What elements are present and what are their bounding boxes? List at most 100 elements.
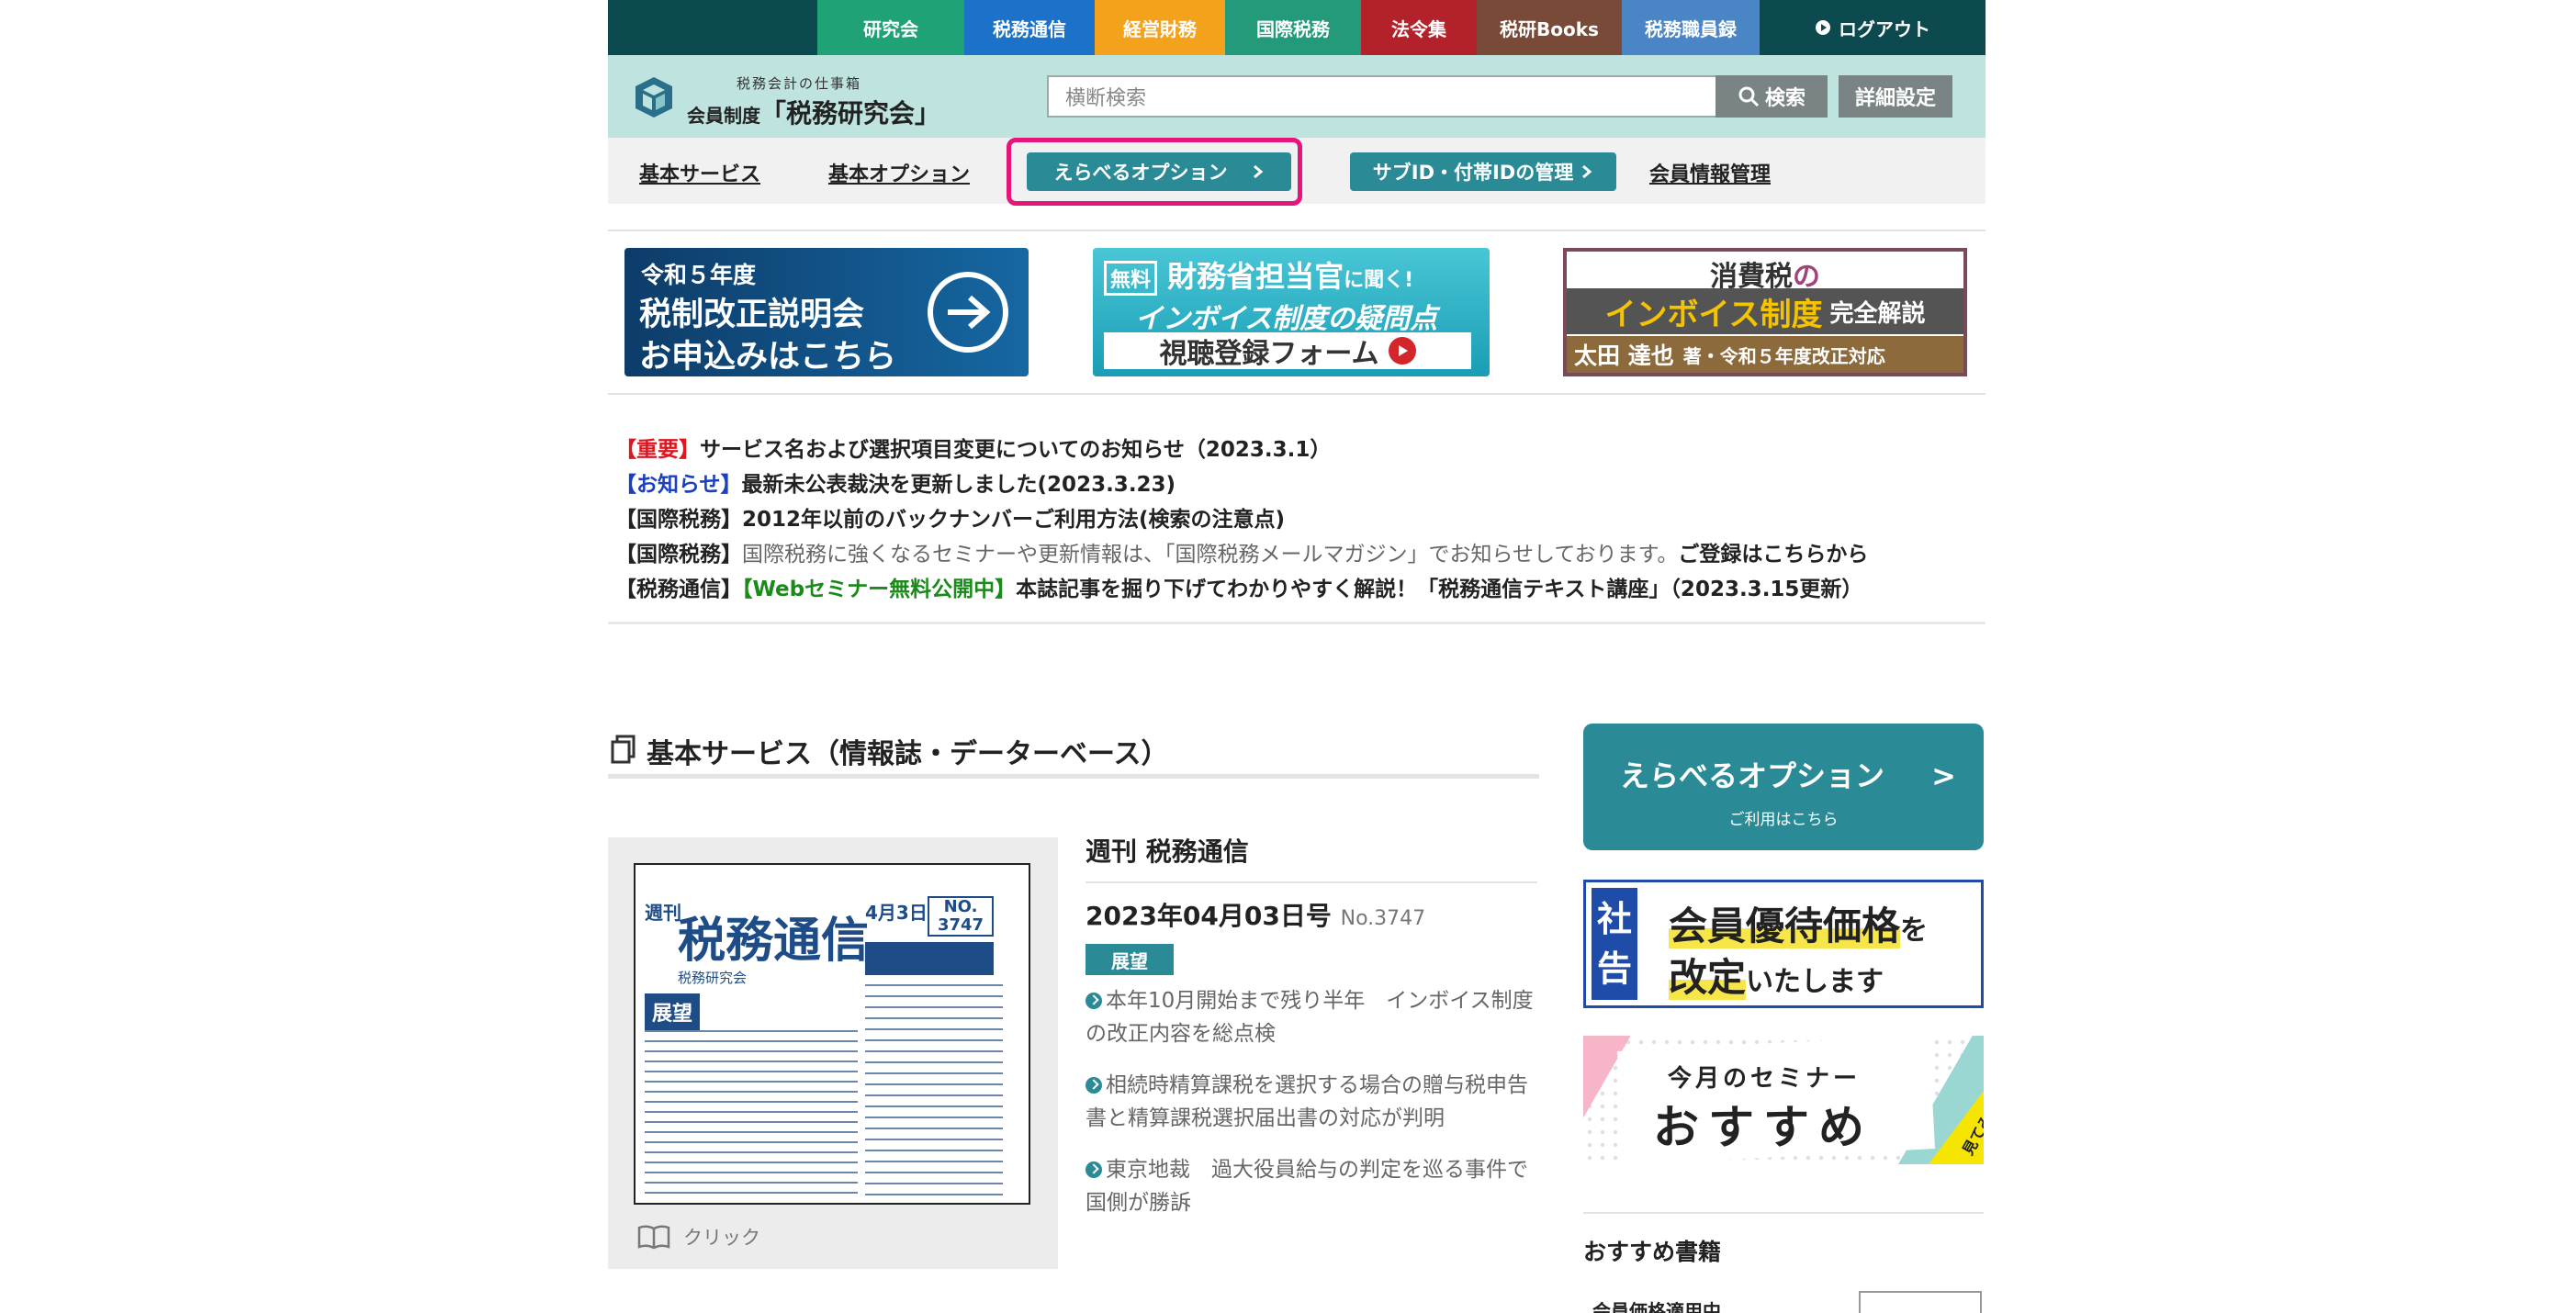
news-item[interactable]: 【重要】サービス名および選択項目変更についてのお知らせ（2023.3.1） <box>615 432 1331 463</box>
option-title-label: えらべるオプション <box>1620 758 1885 793</box>
service-nav: 基本サービス 基本オプション えらべるオプション サブID・付帯IDの管理 会員… <box>608 138 1985 206</box>
cat-kokusai-zeimu[interactable]: 国際税務 <box>1225 0 1361 55</box>
cube-logo-icon[interactable] <box>632 75 676 119</box>
cat-shokuinroku[interactable]: 税務職員録 <box>1622 0 1760 55</box>
news-text-link: ご登録はこちらから <box>1678 543 1869 567</box>
search-placeholder: 横断検索 <box>1065 87 1147 110</box>
news-text: 最新未公表裁決を更新しました(2023.3.23) <box>741 473 1176 497</box>
arrow-right-icon <box>928 272 1008 353</box>
banner-consumption-tax-book[interactable]: 消費税の インボイス制度 完全解説 太田 達也 著・令和５年度改正対応 <box>1563 248 1967 376</box>
logo-title[interactable]: 会員制度「税務研究会」 <box>687 94 940 130</box>
news-list: 【重要】サービス名および選択項目変更についてのお知らせ（2023.3.1） 【お… <box>608 422 1985 624</box>
news-text: 本誌記事を掘り下げてわかりやすく解説！「税務通信テキスト講座」（2023.3.1… <box>1016 578 1863 601</box>
search-button[interactable]: 検索 <box>1715 75 1828 118</box>
news-item[interactable]: 【国際税務】2012年以前のバックナンバーご利用方法(検索の注意点) <box>615 501 1285 533</box>
seminar-line1: 今月のセミナー <box>1668 1065 1862 1093</box>
magazine-cover[interactable]: 週刊 税務通信 4月3日 NO. 3747 税務研究会 展望 <box>634 863 1030 1205</box>
click-label: クリック <box>683 1227 760 1249</box>
banner3-line2b: 完全解説 <box>1829 299 1926 328</box>
notice-tag-2: 告 <box>1596 948 1632 989</box>
nav-sub-id[interactable]: サブID・付帯IDの管理 <box>1350 152 1616 191</box>
banner-invoice-webinar[interactable]: 無料 財務省担当官に聞く! インボイス制度の疑問点 視聴登録フォーム <box>1093 248 1490 376</box>
magazine-issue-row: 2023年04月03日号 No.3747 <box>1086 881 1537 933</box>
nav-sub-id-label: サブID・付帯IDの管理 <box>1372 162 1574 184</box>
arrow-circle-icon <box>1086 993 1102 1009</box>
search-icon <box>1738 86 1760 107</box>
news-item[interactable]: 【税務通信】【Webセミナー無料公開中】本誌記事を掘り下げてわかりやすく解説！「… <box>615 571 1862 602</box>
news-tag: 【重要】 <box>615 438 700 462</box>
documents-icon <box>611 735 636 764</box>
banner2-line3: 視聴登録フォーム <box>1159 338 1379 370</box>
cover-number: NO. 3747 <box>928 896 994 937</box>
logout-button[interactable]: ログアウト <box>1760 0 1985 55</box>
cover-contents-lines <box>865 984 1003 1195</box>
banner1-line1: 令和５年度 <box>641 262 757 288</box>
category-bar: 研究会 税務通信 経営財務 国際税務 法令集 税研Books 税務職員録 ログア… <box>608 0 1985 55</box>
option-subtitle: ご利用はこちら <box>1728 811 1839 829</box>
books-more-button[interactable] <box>1859 1291 1982 1313</box>
cover-text-lines <box>645 1030 858 1195</box>
banner2-line1a: 財務省担当官 <box>1167 259 1344 294</box>
nav-member-info[interactable]: 会員情報管理 <box>1649 158 1771 187</box>
news-item[interactable]: 【お知らせ】最新未公表裁決を更新しました(2023.3.23) <box>615 466 1176 498</box>
nav-selectable-option[interactable]: えらべるオプション <box>1027 152 1291 191</box>
click-hint[interactable]: クリック <box>637 1223 760 1251</box>
cover-date: 4月3日 <box>865 902 928 924</box>
notice-line2-highlight: 改定 <box>1669 955 1747 1000</box>
cat-zeimu-tsushin[interactable]: 税務通信 <box>964 0 1095 55</box>
logo-prefix: 会員制度 <box>687 105 760 127</box>
search-input[interactable]: 横断検索 <box>1047 75 1717 118</box>
news-tag: 【国際税務】 <box>615 508 742 532</box>
article-text: 相続時精算課税を選択する場合の贈与税申告書と精算課税選択届出書の対応が判明 <box>1086 1073 1528 1130</box>
nav-basic-service[interactable]: 基本サービス <box>639 158 760 187</box>
chevron-right-icon: > <box>1931 758 1956 793</box>
open-book-icon <box>637 1225 670 1250</box>
news-text-plain: 国際税務に強くなるセミナーや更新情報は、「国際税務メールマガジン」でお知らせして… <box>742 543 1679 567</box>
site-header: 税務会計の仕事箱 会員制度「税務研究会」 横断検索 検索 詳細設定 <box>608 55 1985 138</box>
cat-kenkyukai[interactable]: 研究会 <box>817 0 964 55</box>
cover-band <box>865 942 994 975</box>
article-link[interactable]: 相続時精算課税を選択する場合の贈与税申告書と精算課税選択届出書の対応が判明 <box>1086 1069 1541 1135</box>
notice-line1-rest: を <box>1900 915 1929 947</box>
notice-tag: 社 告 <box>1592 888 1637 1000</box>
nav-selectable-option-label: えらべるオプション <box>1053 162 1228 184</box>
sidebar-notice-banner[interactable]: 社 告 会員優待価格を 改定いたします <box>1583 880 1984 1008</box>
news-tag: 【国際税務】 <box>615 543 742 567</box>
sidebar-selectable-option-button[interactable]: えらべるオプション > ご利用はこちら <box>1583 724 1984 850</box>
article-link[interactable]: 本年10月開始まで残り半年 インボイス制度の改正内容を総点検 <box>1086 984 1541 1050</box>
logout-label: ログアウト <box>1839 17 1930 40</box>
notice-line1: 会員優待価格を <box>1669 895 1928 951</box>
news-text-green: 【Webセミナー無料公開中】 <box>742 578 1017 601</box>
magazine-issue: 2023年04月03日号 No.3747 <box>1086 896 1537 933</box>
news-tag: 【お知らせ】 <box>615 473 742 497</box>
seminar-line2: おすすめ <box>1653 1101 1873 1154</box>
nav-basic-option[interactable]: 基本オプション <box>828 158 970 187</box>
article-link[interactable]: 東京地裁 過大役員給与の判定を巡る事件で国側が勝訴 <box>1086 1153 1541 1219</box>
notice-line1-highlight: 会員優待価格 <box>1669 903 1901 948</box>
issue-date: 2023年04月03日号 <box>1086 901 1332 931</box>
cover-weekly: 週刊 <box>645 898 681 971</box>
magazine-title[interactable]: 週刊 税務通信 <box>1086 832 1249 869</box>
detail-settings-button[interactable]: 詳細設定 <box>1839 75 1952 118</box>
logo-tagline: 税務会計の仕事箱 <box>737 75 862 92</box>
notice-line2: 改定いたします <box>1669 947 1884 1003</box>
cat-horei[interactable]: 法令集 <box>1361 0 1477 55</box>
sidebar-seminar-banner[interactable]: 今月のセミナー おすすめ 見てみる <box>1583 1036 1984 1164</box>
play-circle-icon <box>1816 20 1830 35</box>
cat-zeiken-books[interactable]: 税研Books <box>1477 0 1622 55</box>
article-text: 本年10月開始まで残り半年 インボイス制度の改正内容を総点検 <box>1086 989 1534 1046</box>
section-heading: 基本サービス（情報誌・データーベース） <box>608 725 1539 779</box>
banner3-line2a: インボイス制度 <box>1604 296 1823 333</box>
cat-keiei-zaimu[interactable]: 経営財務 <box>1095 0 1225 55</box>
news-item[interactable]: 【国際税務】国際税務に強くなるセミナーや更新情報は、「国際税務メールマガジン」で… <box>615 536 1868 567</box>
banner2-line1b: に聞く! <box>1344 269 1414 292</box>
cover-label: 展望 <box>645 993 700 1030</box>
banner1-line2: 税制改正説明会 <box>639 297 865 333</box>
arrow-circle-icon <box>1086 1162 1102 1178</box>
books-peek: 会員価格適用中 <box>1583 1285 1984 1313</box>
banner-tax-reform-seminar[interactable]: 令和５年度 税制改正説明会 お申込みはこちら <box>624 248 1029 376</box>
article-text: 東京地裁 過大役員給与の判定を巡る事件で国側が勝訴 <box>1086 1158 1528 1215</box>
category-badge: 展望 <box>1086 944 1174 975</box>
banner2-register-form: 視聴登録フォーム <box>1104 332 1471 370</box>
banner3-note: 著・令和５年度改正対応 <box>1682 344 1885 367</box>
